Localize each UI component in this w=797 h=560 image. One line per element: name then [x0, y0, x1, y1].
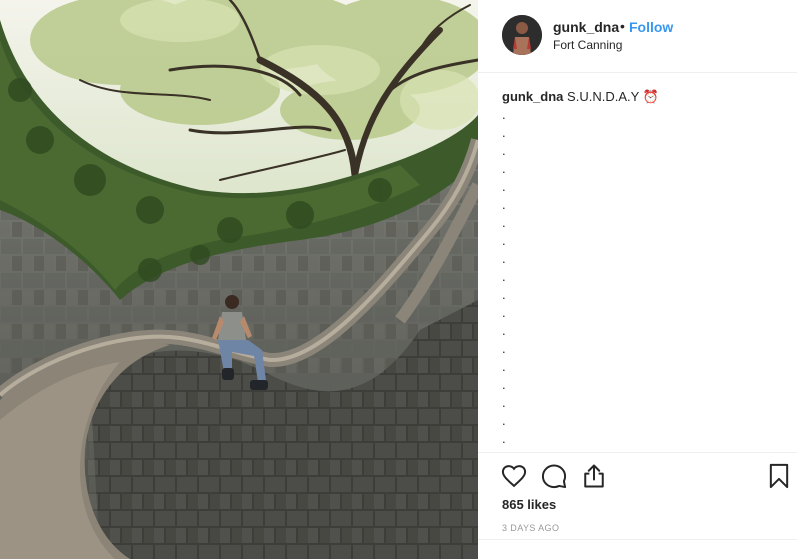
caption-dot-line: .: [502, 287, 506, 302]
caption-dot-line: .: [502, 431, 506, 446]
caption-dot-line: .: [502, 305, 506, 320]
caption-dot-line: .: [502, 161, 506, 176]
divider: [478, 539, 797, 540]
caption-dot-lines: . . . . . . . . . . . . . . . . . . .: [502, 106, 506, 448]
caption-dot-line: .: [502, 323, 506, 338]
caption-dot-line: .: [502, 395, 506, 410]
caption-username[interactable]: gunk_dna: [502, 89, 563, 104]
caption-dot-line: .: [502, 341, 506, 356]
caption-dot-line: .: [502, 125, 506, 140]
avatar[interactable]: [502, 15, 542, 55]
caption-dot-line: .: [502, 179, 506, 194]
caption-dot-line: .: [502, 413, 506, 428]
avatar-image: [502, 15, 542, 55]
post-photo-illustration: [0, 0, 478, 559]
post-sidebar: gunk_dna • Follow Fort Canning gunk_dna …: [478, 0, 797, 559]
caption-dot-line: .: [502, 377, 506, 392]
caption-dot-line: .: [502, 359, 506, 374]
caption-dot-line: .: [502, 269, 506, 284]
follow-button[interactable]: Follow: [629, 19, 673, 35]
post-photo[interactable]: [0, 0, 478, 559]
caption-dot-line: .: [502, 143, 506, 158]
heart-icon[interactable]: [500, 462, 528, 490]
likes-count[interactable]: 865 likes: [502, 497, 556, 512]
caption-dot-line: .: [502, 197, 506, 212]
header-separator: •: [620, 18, 625, 34]
caption: gunk_dna S.U.N.D.A.Y ⏰: [502, 88, 782, 106]
caption-dot-line: .: [502, 251, 506, 266]
caption-dot-line: .: [502, 215, 506, 230]
caption-dot-line: .: [502, 107, 506, 122]
post-actions: 865 likes 3 DAYS AGO: [478, 452, 797, 560]
caption-dot-line: .: [502, 233, 506, 248]
post-header: gunk_dna • Follow Fort Canning: [478, 0, 797, 73]
location-link[interactable]: Fort Canning: [553, 38, 622, 52]
alarm-clock-icon: ⏰: [642, 89, 659, 104]
header-username[interactable]: gunk_dna: [553, 19, 619, 35]
post-timestamp[interactable]: 3 DAYS AGO: [502, 523, 559, 533]
share-icon[interactable]: [580, 462, 608, 490]
bookmark-icon[interactable]: [765, 462, 793, 490]
comment-icon[interactable]: [540, 462, 568, 490]
caption-text: S.U.N.D.A.Y: [567, 89, 640, 104]
